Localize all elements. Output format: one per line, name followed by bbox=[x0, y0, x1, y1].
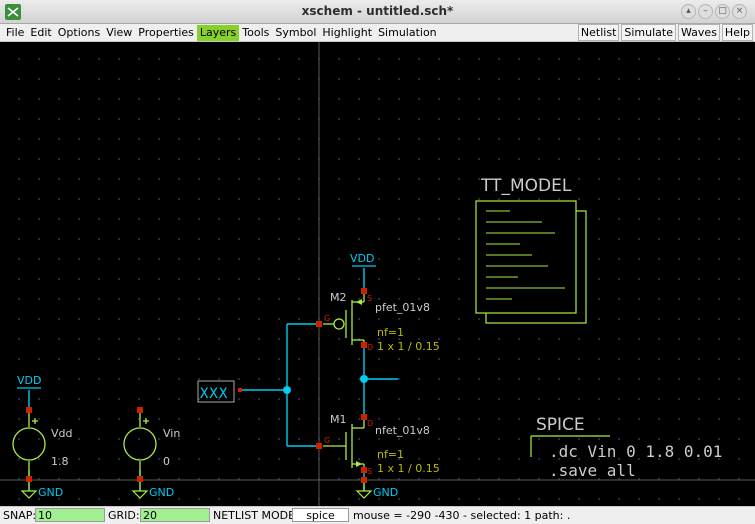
netlist-mode-field[interactable]: spice bbox=[292, 508, 349, 522]
input-net-label[interactable]: XXX bbox=[197, 380, 242, 403]
svg-text:S: S bbox=[367, 467, 372, 476]
svg-text:GND: GND bbox=[149, 486, 174, 499]
mouse-status-text: mouse = -290 -430 - selected: 1 path: . bbox=[353, 509, 571, 522]
menu-edit[interactable]: Edit bbox=[27, 25, 54, 41]
svg-text:SPICE: SPICE bbox=[536, 415, 585, 435]
vin-voltage-source[interactable]: Vin 0 GND bbox=[123, 407, 180, 499]
snap-input[interactable]: 10 bbox=[35, 508, 105, 522]
window-title: xschem - untitled.sch* bbox=[301, 4, 454, 18]
grid-input[interactable]: 20 bbox=[140, 508, 210, 522]
m1-nmos-symbol[interactable]: M1 nfet_01v8 nf=1 1 x 1 / 0.15 D S G bbox=[316, 413, 440, 476]
menu-simulation[interactable]: Simulation bbox=[375, 25, 440, 41]
minimize-icon[interactable]: – bbox=[698, 4, 713, 19]
simulate-button[interactable]: Simulate bbox=[621, 24, 676, 41]
svg-text:D: D bbox=[367, 343, 373, 352]
schematic-canvas[interactable]: VDD M2 pfet_01v8 nf=1 1 x 1 / 0.15 S D G… bbox=[0, 42, 755, 506]
svg-text:Vin: Vin bbox=[163, 427, 180, 440]
menu-bar: File Edit Options View Properties Layers… bbox=[0, 24, 755, 42]
svg-text:nf=1: nf=1 bbox=[377, 448, 404, 461]
svg-text:VDD: VDD bbox=[17, 374, 41, 387]
menu-highlight[interactable]: Highlight bbox=[319, 25, 375, 41]
tt-model-code-block[interactable]: TT_MODEL bbox=[475, 176, 587, 324]
schematic-drawing: VDD M2 pfet_01v8 nf=1 1 x 1 / 0.15 S D G… bbox=[0, 42, 755, 506]
svg-text:TT_MODEL: TT_MODEL bbox=[480, 176, 572, 196]
svg-text:S: S bbox=[367, 294, 372, 303]
vdd-net-label[interactable]: VDD bbox=[350, 252, 376, 267]
svg-text:G: G bbox=[324, 436, 330, 445]
svg-text:.dc Vin 0 1.8 0.01: .dc Vin 0 1.8 0.01 bbox=[549, 442, 722, 461]
menu-symbol[interactable]: Symbol bbox=[272, 25, 319, 41]
menu-properties[interactable]: Properties bbox=[135, 25, 197, 41]
svg-text:nfet_01v8: nfet_01v8 bbox=[375, 424, 430, 437]
svg-text:Vdd: Vdd bbox=[51, 427, 73, 440]
grid-label: GRID: bbox=[108, 509, 140, 522]
netlist-mode-label: NETLIST MODE: bbox=[213, 509, 299, 522]
menu-options[interactable]: Options bbox=[55, 25, 103, 41]
svg-text:G: G bbox=[324, 314, 330, 323]
svg-text:1 x 1 / 0.15: 1 x 1 / 0.15 bbox=[377, 340, 440, 353]
shade-icon[interactable]: ▴ bbox=[681, 4, 696, 19]
svg-text:pfet_01v8: pfet_01v8 bbox=[375, 301, 430, 314]
svg-text:1.8: 1.8 bbox=[51, 455, 69, 468]
m2-pmos-symbol[interactable]: M2 pfet_01v8 nf=1 1 x 1 / 0.15 S D G bbox=[316, 288, 440, 353]
junction-dot[interactable] bbox=[283, 386, 291, 394]
menu-view[interactable]: View bbox=[103, 25, 135, 41]
maximize-icon[interactable]: □ bbox=[715, 4, 730, 19]
svg-text:GND: GND bbox=[373, 486, 398, 499]
svg-text:GND: GND bbox=[38, 486, 63, 499]
title-bar: xschem - untitled.sch* ▴ – □ × bbox=[0, 0, 755, 24]
svg-text:VDD: VDD bbox=[350, 252, 374, 265]
help-button[interactable]: Help bbox=[721, 24, 753, 41]
svg-text:.save all: .save all bbox=[549, 461, 636, 480]
svg-text:D: D bbox=[367, 419, 373, 428]
svg-text:1 x 1 / 0.15: 1 x 1 / 0.15 bbox=[377, 462, 440, 475]
spice-code-block[interactable]: SPICE .dc Vin 0 1.8 0.01 .save all bbox=[530, 415, 722, 480]
svg-text:nf=1: nf=1 bbox=[377, 326, 404, 339]
status-bar: SNAP: 10 GRID: 20 NETLIST MODE: spice mo… bbox=[0, 506, 755, 524]
svg-text:M1: M1 bbox=[330, 413, 347, 426]
menu-tools[interactable]: Tools bbox=[239, 25, 272, 41]
snap-label: SNAP: bbox=[3, 509, 37, 522]
waves-button[interactable]: Waves bbox=[678, 24, 720, 41]
close-icon[interactable]: × bbox=[732, 4, 747, 19]
junction-dot[interactable] bbox=[360, 375, 368, 383]
menu-file[interactable]: File bbox=[3, 25, 27, 41]
menu-layers[interactable]: Layers bbox=[196, 25, 240, 41]
svg-text:0: 0 bbox=[163, 455, 170, 468]
svg-text:M2: M2 bbox=[330, 291, 347, 304]
netlist-button[interactable]: Netlist bbox=[577, 24, 620, 41]
svg-text:XXX: XXX bbox=[200, 386, 228, 402]
